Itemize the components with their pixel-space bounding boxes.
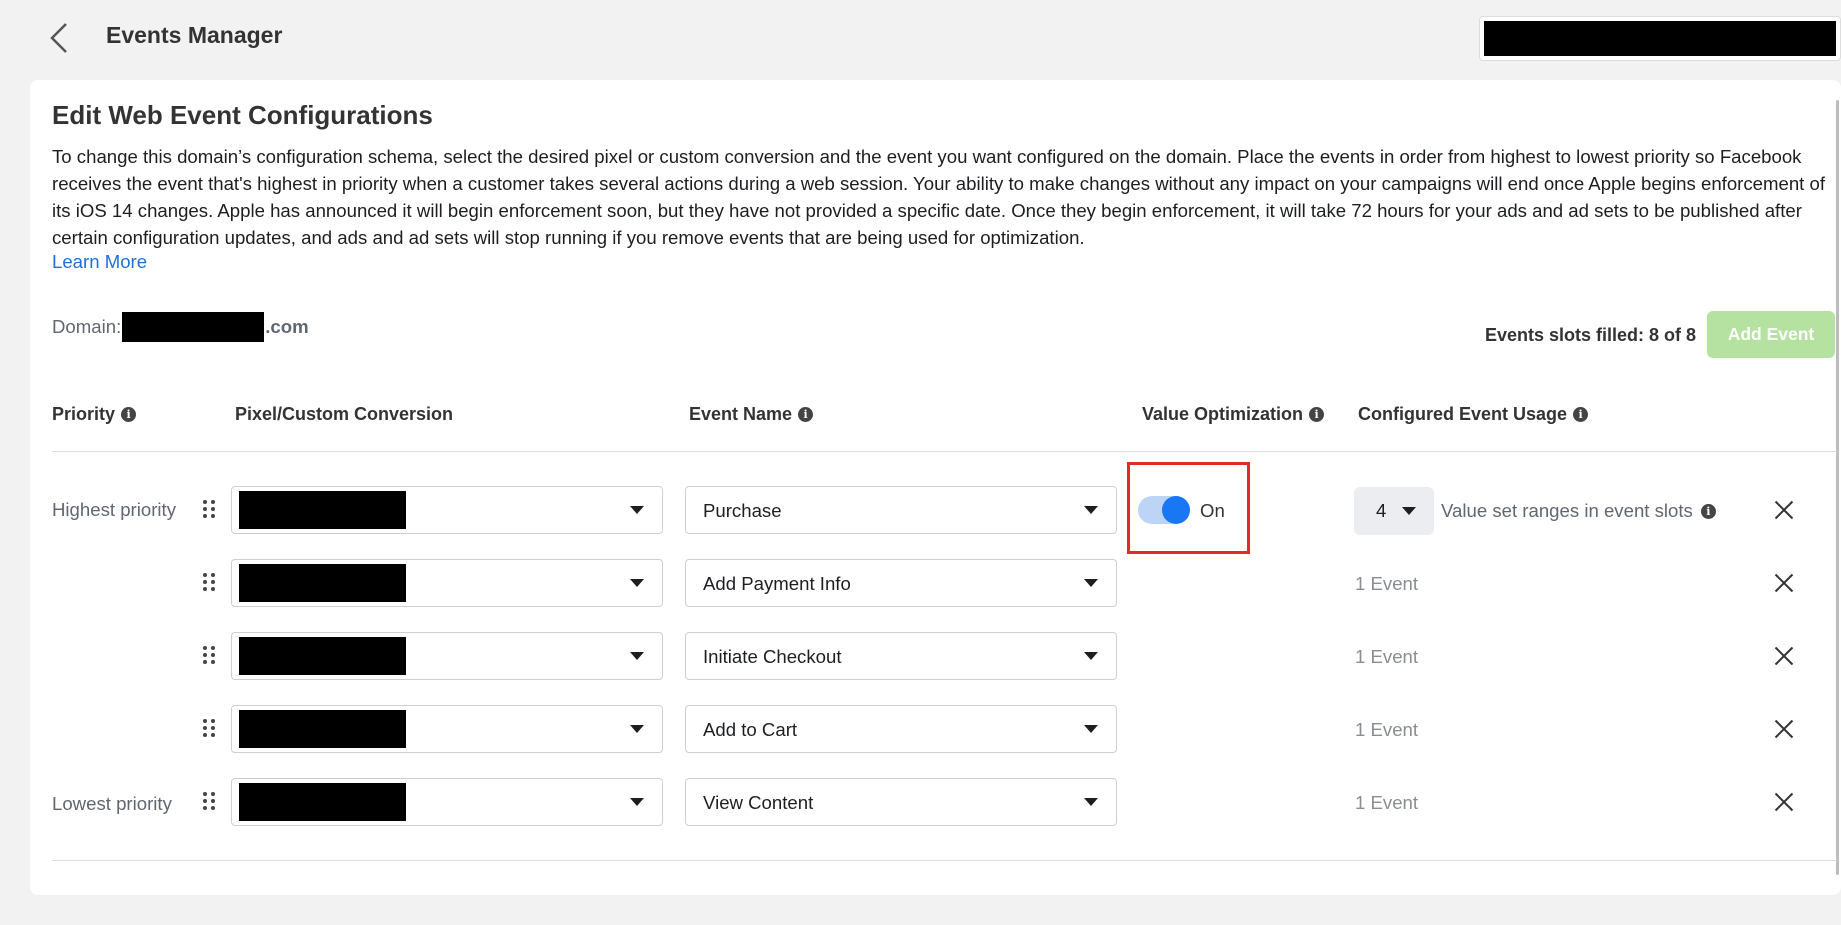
account-selector[interactable]	[1479, 16, 1841, 61]
drag-handle-icon[interactable]	[203, 646, 217, 666]
redacted-pixel	[239, 491, 406, 529]
caret-down-icon	[1084, 725, 1098, 733]
add-event-button[interactable]: Add Event	[1707, 311, 1835, 358]
caret-down-icon	[630, 579, 644, 587]
pixel-select[interactable]	[231, 778, 663, 826]
caret-down-icon	[630, 725, 644, 733]
info-icon[interactable]: i	[1309, 407, 1325, 422]
remove-event-icon[interactable]	[1774, 792, 1794, 812]
pixel-select[interactable]	[231, 486, 663, 534]
domain-suffix: .com	[265, 316, 309, 337]
app-title: Events Manager	[106, 22, 283, 48]
event-usage: 1 Event	[1355, 646, 1419, 667]
redacted-domain	[122, 312, 265, 342]
event-select-value: Add to Cart	[703, 719, 798, 740]
caret-down-icon	[1402, 507, 1416, 515]
header-event-name: Event Name i	[689, 404, 814, 425]
value-ranges-value: 4	[1376, 500, 1387, 521]
header-usage-label: Configured Event Usage	[1358, 404, 1568, 424]
value-set-ranges-label: Value set ranges in event slots	[1441, 500, 1693, 521]
header-pixel-label: Pixel/Custom Conversion	[235, 404, 454, 424]
drag-handle-icon[interactable]	[203, 792, 217, 812]
value-set-ranges: Value set ranges in event slots i	[1441, 500, 1716, 522]
redacted-pixel	[239, 564, 406, 602]
page-title: Edit Web Event Configurations	[52, 100, 433, 130]
header-value-optimization-label: Value Optimization	[1142, 404, 1304, 424]
caret-down-icon	[1084, 506, 1098, 514]
drag-handle-icon[interactable]	[203, 573, 217, 593]
caret-down-icon	[1084, 798, 1098, 806]
header-event-name-label: Event Name	[689, 404, 793, 424]
header-divider	[52, 451, 1837, 452]
event-select-value: Initiate Checkout	[703, 646, 842, 667]
redacted-block	[1484, 21, 1836, 56]
toggle-knob	[1162, 496, 1190, 524]
drag-handle-icon[interactable]	[203, 719, 217, 739]
event-select[interactable]: View Content	[685, 778, 1117, 826]
header-value-optimization: Value Optimization i	[1142, 404, 1325, 425]
remove-event-icon[interactable]	[1774, 500, 1794, 520]
event-usage: 1 Event	[1355, 719, 1419, 740]
caret-down-icon	[630, 798, 644, 806]
lowest-priority-label: Lowest priority	[52, 793, 172, 814]
info-icon[interactable]: i	[1700, 503, 1716, 519]
header-pixel: Pixel/Custom Conversion	[235, 404, 453, 425]
redacted-pixel	[239, 710, 406, 748]
remove-event-icon[interactable]	[1774, 646, 1794, 666]
event-select-value: View Content	[703, 792, 814, 813]
learn-more-link[interactable]: Learn More	[52, 251, 147, 273]
slots-filled: Events slots filled: 8 of 8	[1484, 325, 1696, 345]
chevron-left-icon	[50, 23, 67, 53]
value-ranges-select[interactable]: 4	[1354, 487, 1434, 535]
back-button[interactable]	[46, 20, 74, 56]
caret-down-icon	[630, 652, 644, 660]
top-bar: Events Manager	[0, 0, 1841, 78]
caret-down-icon	[630, 506, 644, 514]
pixel-select[interactable]	[231, 559, 663, 607]
event-select[interactable]: Add Payment Info	[685, 559, 1117, 607]
page-description: To change this domain’s configuration sc…	[52, 146, 1826, 248]
pixel-select[interactable]	[231, 632, 663, 680]
drag-handle-icon[interactable]	[203, 500, 217, 520]
highest-priority-label: Highest priority	[52, 499, 177, 520]
header-priority-label: Priority	[52, 404, 116, 424]
info-icon[interactable]: i	[121, 407, 137, 422]
info-icon[interactable]: i	[1573, 407, 1589, 422]
domain-label: Domain:	[52, 316, 122, 337]
event-select-value: Add Payment Info	[703, 573, 851, 594]
event-select-value: Purchase	[703, 500, 782, 521]
redacted-pixel	[239, 783, 406, 821]
pixel-select[interactable]	[231, 705, 663, 753]
caret-down-icon	[1084, 579, 1098, 587]
caret-down-icon	[1084, 652, 1098, 660]
info-icon[interactable]: i	[798, 407, 814, 422]
remove-event-icon[interactable]	[1774, 573, 1794, 593]
value-optimization-toggle[interactable]	[1138, 496, 1190, 524]
header-priority: Priority i	[52, 404, 137, 425]
event-select[interactable]: Add to Cart	[685, 705, 1117, 753]
toggle-state-label: On	[1200, 500, 1225, 521]
domain-info: Domain: .com	[52, 312, 309, 342]
event-select[interactable]: Purchase	[685, 486, 1117, 534]
event-usage: 1 Event	[1355, 573, 1419, 594]
header-usage: Configured Event Usage i	[1358, 404, 1589, 425]
event-select[interactable]: Initiate Checkout	[685, 632, 1117, 680]
table-bottom-divider	[52, 860, 1837, 861]
event-usage: 1 Event	[1355, 792, 1419, 813]
redacted-pixel	[239, 637, 406, 675]
remove-event-icon[interactable]	[1774, 719, 1794, 739]
